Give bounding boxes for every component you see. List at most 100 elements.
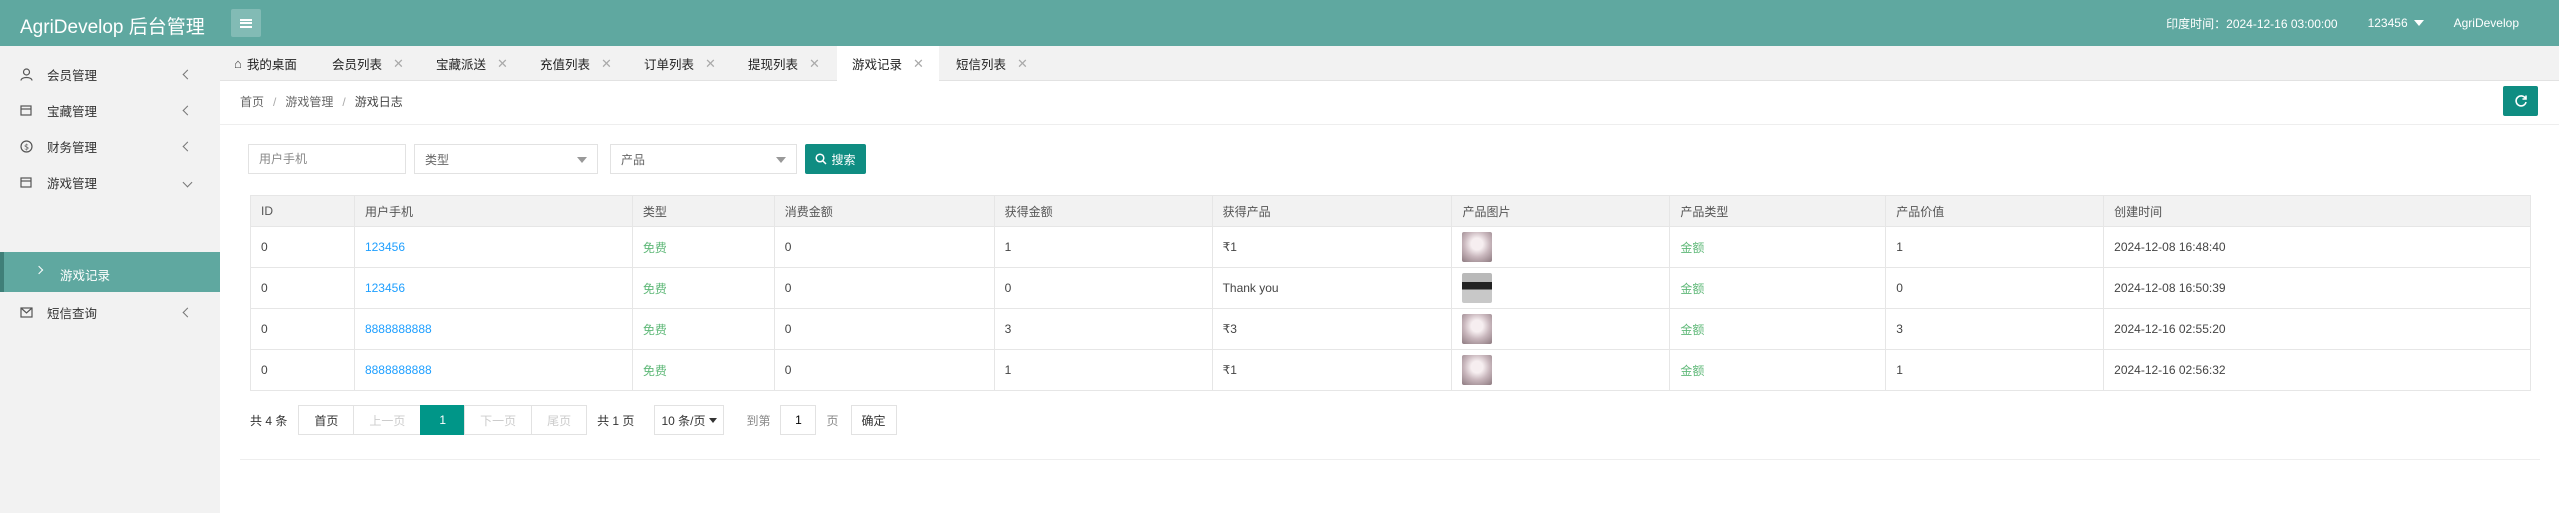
- goto-suffix: 页: [826, 413, 839, 428]
- refresh-button[interactable]: [2503, 86, 2538, 116]
- close-icon[interactable]: ✕: [497, 56, 508, 72]
- tab-game-records[interactable]: 游戏记录 ✕: [837, 46, 939, 81]
- cell-product: ₹1: [1211, 226, 1453, 268]
- breadcrumb-home[interactable]: 首页: [240, 95, 264, 109]
- cell-type: 免费: [631, 226, 775, 268]
- cell-gained: 0: [993, 267, 1213, 309]
- cell-product: ₹3: [1211, 308, 1453, 350]
- tab-recharge-list[interactable]: 充值列表 ✕: [540, 46, 612, 81]
- product-select[interactable]: 产品: [610, 144, 797, 174]
- table-header-row: ID 用户手机 类型 消费金额 获得金额 获得产品 产品图片 产品类型 产品价值…: [250, 195, 2531, 227]
- goto-page-input[interactable]: [780, 405, 817, 435]
- chevron-left-icon: [182, 307, 193, 317]
- table-row: 0 123456 免费 0 0 Thank you 金额 0 2024-12-0…: [250, 267, 2531, 309]
- goto-confirm-button[interactable]: 确定: [850, 405, 897, 435]
- pagination: 共 4 条 首页 上一页 1 下一页 尾页 共 1 页 10 条/页 到第 页 …: [250, 405, 897, 435]
- sidebar-item-label: 财务管理: [47, 140, 98, 155]
- sidebar-item-label: 宝藏管理: [47, 104, 98, 119]
- prev-page-button[interactable]: 上一页: [353, 405, 422, 435]
- product-image-thumbnail[interactable]: [1462, 314, 1493, 344]
- chevron-left-icon: [182, 69, 193, 79]
- type-select-value: 类型: [425, 152, 450, 167]
- calendar-icon: [19, 175, 33, 189]
- tab-withdraw-list[interactable]: 提现列表 ✕: [748, 46, 820, 81]
- tab-desktop[interactable]: ⌂ 我的桌面: [234, 46, 297, 81]
- tab-member-list[interactable]: 会员列表 ✕: [332, 46, 404, 81]
- sidebar-subitem-label: 游戏记录: [60, 269, 111, 283]
- sidebar-item-finance[interactable]: $ 财务管理: [0, 128, 220, 164]
- cell-product: Thank you: [1211, 267, 1453, 309]
- tab-sms-list[interactable]: 短信列表 ✕: [956, 46, 1028, 81]
- next-page-button[interactable]: 下一页: [464, 405, 533, 435]
- sidebar-item-treasure[interactable]: 宝藏管理: [0, 92, 220, 128]
- tab-treasure-dispatch[interactable]: 宝藏派送 ✕: [436, 46, 508, 81]
- sidebar-item-sms[interactable]: 短信查询: [0, 294, 220, 330]
- current-page-button[interactable]: 1: [420, 405, 466, 435]
- cell-spent: 0: [773, 267, 995, 309]
- app-logo: AgriDevelop 后台管理: [20, 17, 205, 38]
- menu-toggle-button[interactable]: [231, 9, 261, 37]
- tab-label: 充值列表: [540, 58, 591, 72]
- type-select[interactable]: 类型: [414, 144, 598, 174]
- caret-down-icon: [776, 157, 786, 163]
- first-page-button[interactable]: 首页: [298, 405, 355, 435]
- column-header: 获得产品: [1211, 195, 1453, 227]
- close-icon[interactable]: ✕: [913, 56, 924, 72]
- cell-created: 2024-12-16 02:56:32: [2103, 349, 2531, 391]
- dollar-icon: $: [19, 139, 33, 153]
- search-button[interactable]: 搜索: [805, 144, 866, 174]
- cell-gained: 1: [993, 226, 1213, 268]
- tab-label: 我的桌面: [246, 58, 297, 72]
- sidebar-subitem-game-records[interactable]: 游戏记录: [0, 252, 220, 292]
- close-icon[interactable]: ✕: [601, 56, 612, 72]
- breadcrumb: 首页 / 游戏管理 / 游戏日志: [240, 95, 403, 109]
- sidebar-item-label: 游戏管理: [47, 176, 98, 191]
- brand-link[interactable]: AgriDevelop: [2454, 16, 2519, 30]
- last-page-button[interactable]: 尾页: [531, 405, 588, 435]
- cell-product-type: 金额: [1669, 267, 1887, 309]
- tab-label: 提现列表: [748, 58, 799, 72]
- tab-label: 订单列表: [644, 58, 695, 72]
- user-menu[interactable]: 123456: [2368, 16, 2424, 30]
- close-icon[interactable]: ✕: [1017, 56, 1028, 72]
- table-row: 0 8888888888 免费 0 1 ₹1 金额 1 2024-12-16 0…: [250, 349, 2531, 391]
- phone-link[interactable]: 8888888888: [365, 322, 432, 336]
- hamburger-icon: [240, 18, 252, 28]
- cell-id: 0: [250, 226, 355, 268]
- page-size-value: 10 条/页: [661, 413, 706, 428]
- phone-search-input[interactable]: [248, 144, 406, 174]
- sidebar-item-members[interactable]: 会员管理: [0, 56, 220, 92]
- caret-down-icon: [2413, 20, 2424, 26]
- column-header: 获得金额: [993, 195, 1213, 227]
- table-row: 0 8888888888 免费 0 3 ₹3 金额 3 2024-12-16 0…: [250, 308, 2531, 350]
- chevron-left-icon: [182, 105, 193, 115]
- cell-id: 0: [250, 267, 355, 309]
- phone-link[interactable]: 123456: [365, 281, 405, 295]
- cell-created: 2024-12-16 02:55:20: [2103, 308, 2531, 350]
- sidebar-item-games[interactable]: 游戏管理: [0, 164, 220, 200]
- cell-value: 1: [1885, 226, 2105, 268]
- cell-type: 免费: [631, 349, 775, 391]
- search-button-label: 搜索: [831, 152, 856, 167]
- close-icon[interactable]: ✕: [393, 56, 404, 72]
- close-icon[interactable]: ✕: [705, 56, 716, 72]
- close-icon[interactable]: ✕: [809, 56, 820, 72]
- cell-value: 0: [1885, 267, 2105, 309]
- product-image-thumbnail[interactable]: [1462, 273, 1493, 303]
- product-image-thumbnail[interactable]: [1462, 355, 1493, 385]
- sidebar-item-label: 会员管理: [47, 68, 98, 83]
- tab-label: 游戏记录: [852, 58, 903, 72]
- phone-link[interactable]: 123456: [365, 240, 405, 254]
- tab-order-list[interactable]: 订单列表 ✕: [644, 46, 716, 81]
- product-select-value: 产品: [621, 152, 646, 167]
- product-image-thumbnail[interactable]: [1462, 232, 1493, 262]
- india-time: 印度时间：2024-12-16 03:00:00: [2166, 16, 2338, 31]
- cell-product-type: 金额: [1669, 349, 1887, 391]
- breadcrumb-games[interactable]: 游戏管理: [285, 95, 333, 109]
- column-header: 消费金额: [773, 195, 995, 227]
- tab-label: 会员列表: [332, 58, 383, 72]
- page-size-select[interactable]: 10 条/页: [654, 405, 725, 435]
- cell-product-type: 金额: [1669, 308, 1887, 350]
- total-pages: 共 1 页: [597, 413, 635, 428]
- phone-link[interactable]: 8888888888: [365, 363, 432, 377]
